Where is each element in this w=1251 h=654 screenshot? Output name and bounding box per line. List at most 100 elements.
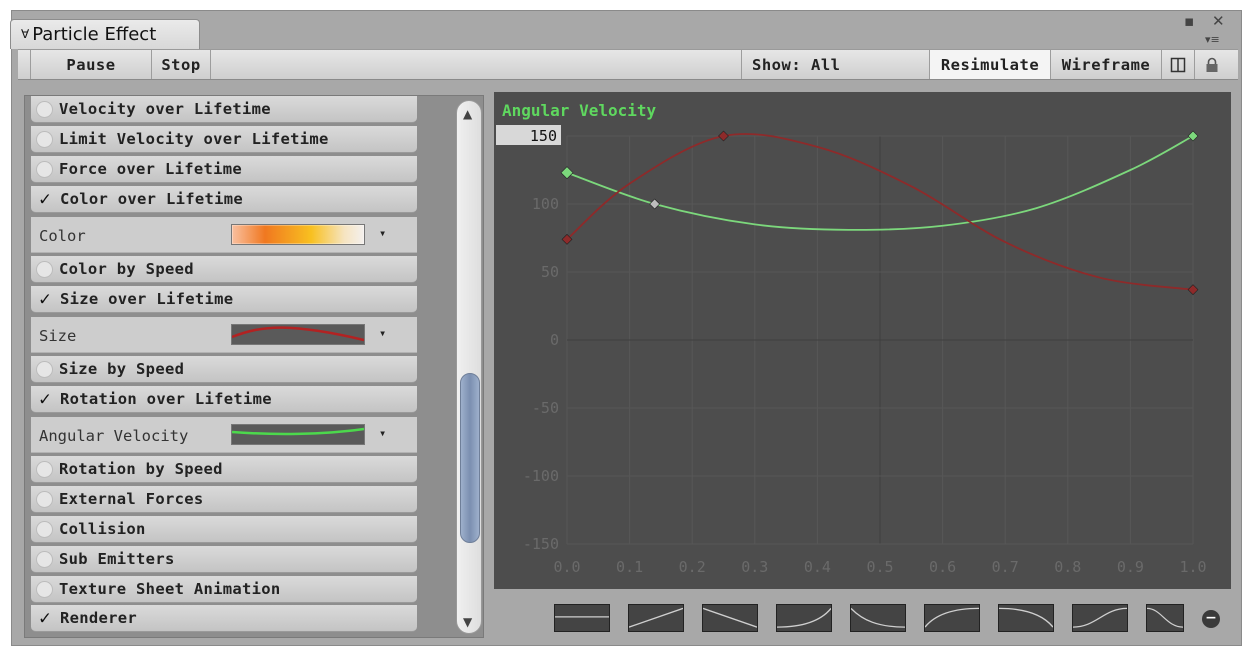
module-toggle-icon[interactable]: [36, 260, 53, 278]
module-toggle-icon[interactable]: [36, 580, 53, 598]
module-row-force-over-lifetime[interactable]: Force over Lifetime: [31, 156, 417, 183]
x-tick-label: 0.8: [1054, 558, 1081, 576]
curve-preset-button[interactable]: [924, 604, 980, 632]
checkmark-icon[interactable]: ✓: [35, 188, 55, 210]
curve-preset-icon: [1146, 607, 1184, 628]
curve-preset-button[interactable]: [554, 604, 610, 632]
module-label: Rotation by Speed: [59, 460, 223, 478]
curve-preset-icon: [555, 616, 610, 618]
module-row-color-by-speed[interactable]: Color by Speed: [31, 256, 417, 283]
module-toggle-icon[interactable]: [36, 360, 53, 378]
module-label: Renderer: [60, 609, 138, 627]
curve-preset-button[interactable]: [998, 604, 1054, 632]
pause-button[interactable]: Pause: [30, 50, 152, 79]
module-row-velocity-over-lifetime[interactable]: Velocity over Lifetime: [31, 96, 417, 123]
size-dropdown-arrow-icon[interactable]: ▾: [379, 326, 386, 340]
module-label: Force over Lifetime: [59, 160, 243, 178]
curve-keyframe-point: [560, 166, 574, 180]
angular-velocity-curve-field[interactable]: [231, 424, 365, 445]
curve-preset-icon: [628, 607, 684, 628]
x-tick-label: 0.1: [616, 558, 643, 576]
scrollbar-thumb[interactable]: [460, 373, 480, 543]
module-row-renderer[interactable]: ✓ Renderer: [31, 605, 417, 632]
module-row-sub-emitters[interactable]: Sub Emitters: [31, 546, 417, 573]
module-label: Color by Speed: [59, 260, 194, 278]
size-label: Size: [39, 327, 77, 345]
x-tick-label: 0.7: [992, 558, 1019, 576]
module-label: Rotation over Lifetime: [60, 390, 272, 408]
color-label: Color: [39, 227, 86, 245]
module-toggle-icon[interactable]: [36, 460, 53, 478]
curve-keyframe-point: [1187, 284, 1199, 296]
curve-preset-icon: [924, 607, 980, 628]
curve-preset-button[interactable]: [1072, 604, 1128, 632]
scroll-up-arrow-icon[interactable]: ▲: [463, 107, 472, 121]
module-toggle-icon[interactable]: [36, 160, 53, 178]
module-toggle-icon[interactable]: [36, 520, 53, 538]
curve-presets-bar: −: [494, 596, 1231, 640]
max-value-label: 150: [530, 127, 557, 145]
lock-icon: [1206, 57, 1217, 72]
curve-preset-icon: [850, 607, 906, 628]
curve-preset-icon: [1072, 607, 1128, 628]
color-property-row: Color ▾: [31, 217, 417, 253]
checkmark-icon[interactable]: ✓: [35, 607, 55, 629]
curve-preset-button[interactable]: [702, 604, 758, 632]
module-row-collision[interactable]: Collision: [31, 516, 417, 543]
maximize-icon[interactable]: ▪: [1184, 12, 1194, 30]
x-tick-label: 0.5: [866, 558, 893, 576]
size-curve-field[interactable]: [231, 324, 365, 345]
module-label: External Forces: [59, 490, 204, 508]
y-tick-label: 0: [550, 331, 559, 349]
module-row-rotation-over-lifetime[interactable]: ✓ Rotation over Lifetime: [31, 386, 417, 413]
checkmark-icon[interactable]: ✓: [35, 388, 55, 410]
module-row-size-by-speed[interactable]: Size by Speed: [31, 356, 417, 383]
module-toggle-icon[interactable]: [36, 100, 53, 118]
checkmark-icon[interactable]: ✓: [35, 288, 55, 310]
particle-effect-tab[interactable]: ∀ Particle Effect: [10, 19, 200, 49]
module-toggle-icon[interactable]: [36, 550, 53, 568]
y-tick-label: 100: [532, 195, 559, 213]
collapse-chevron-icon[interactable]: ∀: [21, 27, 29, 41]
module-row-color-over-lifetime[interactable]: ✓ Color over Lifetime: [31, 186, 417, 213]
x-tick-label: 0.3: [741, 558, 768, 576]
tab-title: Particle Effect: [32, 24, 157, 45]
module-toggle-icon[interactable]: [36, 130, 53, 148]
x-tick-label: 0.0: [553, 558, 580, 576]
module-row-texture-sheet-animation[interactable]: Texture Sheet Animation: [31, 576, 417, 603]
curve-plot[interactable]: 100 50 0 -50 -100 -150 150 0.0 0.1 0.2 0.3 0.4 0.5 0.…: [494, 92, 1231, 589]
x-tick-label: 0.4: [804, 558, 831, 576]
angular-velocity-label: Angular Velocity: [39, 427, 189, 445]
scroll-down-arrow-icon[interactable]: ▼: [463, 615, 472, 629]
modules-scrollbar[interactable]: ▲ ▼: [456, 100, 482, 634]
menu-icon[interactable]: ▾≡: [1205, 33, 1220, 46]
module-label: Limit Velocity over Lifetime: [59, 130, 329, 148]
curve-editor[interactable]: Angular Velocity 100 50 0 -50 -100 -150 150 0.0…: [494, 92, 1231, 589]
curve-preset-button[interactable]: [850, 604, 906, 632]
module-row-size-over-lifetime[interactable]: ✓ Size over Lifetime: [31, 286, 417, 313]
curve-preset-button[interactable]: [776, 604, 832, 632]
color-gradient-field[interactable]: [231, 224, 365, 245]
close-icon[interactable]: ✕: [1212, 12, 1225, 30]
curve-keyframe-point: [649, 198, 661, 210]
lock-button[interactable]: [1194, 50, 1228, 79]
color-dropdown-arrow-icon[interactable]: ▾: [379, 226, 386, 240]
module-row-rotation-by-speed[interactable]: Rotation by Speed: [31, 456, 417, 483]
split-view-button[interactable]: [1161, 50, 1195, 79]
module-toggle-icon[interactable]: [36, 490, 53, 508]
curve-keyframe-point: [718, 130, 729, 142]
resimulate-button[interactable]: Resimulate: [929, 50, 1051, 79]
curve-preset-button[interactable]: [628, 604, 684, 632]
x-tick-label: 0.6: [929, 558, 956, 576]
wireframe-button[interactable]: Wireframe: [1050, 50, 1162, 79]
module-row-limit-velocity-over-lifetime[interactable]: Limit Velocity over Lifetime: [31, 126, 417, 153]
x-tick-label: 1.0: [1179, 558, 1206, 576]
module-row-external-forces[interactable]: External Forces: [31, 486, 417, 513]
stop-button[interactable]: Stop: [151, 50, 211, 79]
module-label: Sub Emitters: [59, 550, 175, 568]
angular-velocity-dropdown-arrow-icon[interactable]: ▾: [379, 426, 386, 440]
module-label: Size over Lifetime: [60, 290, 234, 308]
remove-curve-icon[interactable]: −: [1202, 610, 1220, 628]
curve-preset-button[interactable]: [1146, 604, 1184, 632]
show-all-dropdown[interactable]: Show: All: [741, 50, 930, 79]
